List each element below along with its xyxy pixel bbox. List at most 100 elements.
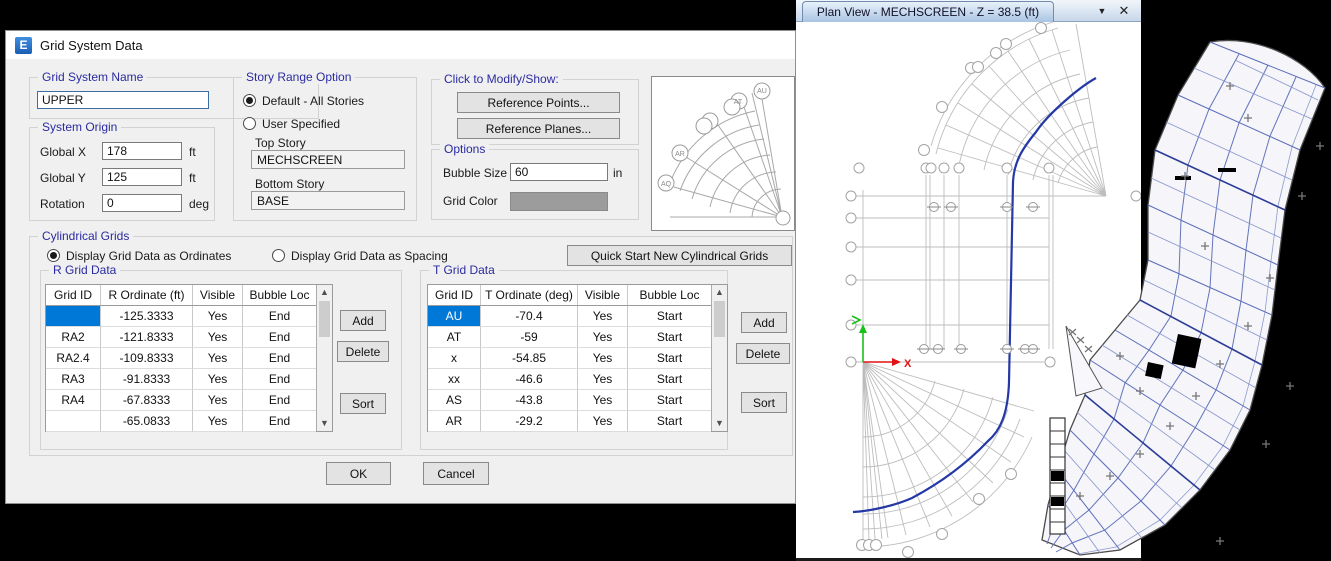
dialog-titlebar[interactable]: E Grid System Data <box>6 31 795 59</box>
scrollbar-thumb[interactable] <box>319 301 330 337</box>
scroll-up-icon[interactable]: ▲ <box>317 285 332 300</box>
cylindrical-grids-label: Cylindrical Grids <box>38 229 133 243</box>
table-row[interactable]: RA2 -121.8333 Yes End <box>46 327 332 348</box>
global-y-unit: ft <box>189 171 196 185</box>
t-grid-delete-button[interactable]: Delete <box>736 343 790 364</box>
preview-bubble-aq: AQ <box>661 181 672 188</box>
t-grid-group: T Grid Data Grid ID T Ordinate (deg) Vis… <box>420 270 728 450</box>
t-col-grid-id: Grid ID <box>428 285 481 305</box>
etabs-app-icon: E <box>15 37 32 54</box>
modify-show-group: Click to Modify/Show: Reference Points..… <box>431 79 639 145</box>
global-x-input[interactable]: 178 <box>102 142 182 160</box>
preview-bubble-au: AU <box>757 88 767 95</box>
r-grid-delete-button[interactable]: Delete <box>337 341 389 362</box>
t-col-visible: Visible <box>578 285 628 305</box>
global-x-label: Global X <box>40 145 86 159</box>
t-grid-label: T Grid Data <box>429 263 499 277</box>
t-col-ordinate: T Ordinate (deg) <box>481 285 578 305</box>
scroll-down-icon[interactable]: ▼ <box>712 416 727 431</box>
rotation-unit: deg <box>189 197 209 211</box>
reference-points-button[interactable]: Reference Points... <box>457 92 620 113</box>
display-spacing-label: Display Grid Data as Spacing <box>291 249 448 263</box>
plan-view-title-tab[interactable]: Plan View - MECHSCREEN - Z = 38.5 (ft) <box>802 1 1054 22</box>
scroll-down-icon[interactable]: ▼ <box>317 416 332 431</box>
scrollbar-thumb[interactable] <box>714 301 725 337</box>
grid-system-name-label: Grid System Name <box>38 70 147 84</box>
table-row[interactable]: RA4 -67.8333 Yes End <box>46 390 332 411</box>
quick-start-button[interactable]: Quick Start New Cylindrical Grids <box>567 245 792 266</box>
preview-bubble-at: AT <box>734 99 743 106</box>
story-range-group: Story Range Option Default - All Stories… <box>233 77 417 221</box>
default-all-stories-label: Default - All Stories <box>262 94 364 108</box>
bubble-size-unit: in <box>613 166 622 180</box>
r-grid-group: R Grid Data Grid ID R Ordinate (ft) Visi… <box>40 270 402 450</box>
dialog-title: Grid System Data <box>40 38 143 53</box>
modify-show-label: Click to Modify/Show: <box>440 72 563 86</box>
user-specified-radio[interactable] <box>243 117 256 130</box>
r-col-visible: Visible <box>193 285 243 305</box>
table-row[interactable]: x -54.85 Yes Start <box>428 348 727 369</box>
t-grid-add-button[interactable]: Add <box>741 312 787 333</box>
display-spacing-radio[interactable] <box>272 249 285 262</box>
display-ordinates-label: Display Grid Data as Ordinates <box>66 249 231 263</box>
bubble-size-input[interactable]: 60 <box>510 163 608 181</box>
grid-color-label: Grid Color <box>443 194 498 208</box>
scroll-up-icon[interactable]: ▲ <box>712 285 727 300</box>
t-grid-header-row: Grid ID T Ordinate (deg) Visible Bubble … <box>428 285 727 306</box>
t-grid-table[interactable]: Grid ID T Ordinate (deg) Visible Bubble … <box>427 284 728 432</box>
global-y-label: Global Y <box>40 171 86 185</box>
x-axis-label: X <box>904 358 912 370</box>
cylindrical-grids-group: Cylindrical Grids Display Grid Data as O… <box>29 236 793 456</box>
stair-strip <box>1050 418 1065 534</box>
r-grid-table[interactable]: Grid ID R Ordinate (ft) Visible Bubble L… <box>45 284 333 432</box>
global-x-unit: ft <box>189 145 196 159</box>
bubble-size-label: Bubble Size <box>443 166 507 180</box>
display-ordinates-radio[interactable] <box>47 249 60 262</box>
grid-preview-drawing: AU AT AR AQ <box>652 77 794 230</box>
table-row[interactable]: RA3 -91.8333 Yes End <box>46 369 332 390</box>
top-story-label: Top Story <box>255 136 306 150</box>
rotation-label: Rotation <box>40 197 85 211</box>
r-grid-header-row: Grid ID R Ordinate (ft) Visible Bubble L… <box>46 285 332 306</box>
table-row[interactable]: RA2.4 -109.8333 Yes End <box>46 348 332 369</box>
grid-color-swatch[interactable] <box>510 192 608 211</box>
top-story-value[interactable]: MECHSCREEN <box>251 150 405 169</box>
system-origin-label: System Origin <box>38 120 121 134</box>
cancel-button[interactable]: Cancel <box>423 462 489 485</box>
t-col-bubble-loc: Bubble Loc <box>628 285 711 305</box>
preview-bubble-ar: AR <box>675 151 685 158</box>
structure-3d-view[interactable] <box>1020 0 1331 561</box>
story-range-label: Story Range Option <box>242 70 355 84</box>
grid-preview-panel: AU AT AR AQ <box>651 76 795 231</box>
system-origin-group: System Origin Global X 178 ft Global Y 1… <box>29 127 215 221</box>
r-grid-scrollbar[interactable]: ▲ ▼ <box>316 285 332 431</box>
table-row[interactable]: AR -29.2 Yes Start <box>428 411 727 432</box>
r-col-grid-id: Grid ID <box>46 285 101 305</box>
default-all-stories-radio[interactable] <box>243 94 256 107</box>
t-grid-scrollbar[interactable]: ▲ ▼ <box>711 285 727 431</box>
global-y-input[interactable]: 125 <box>102 168 182 186</box>
table-row[interactable]: AT -59 Yes Start <box>428 327 727 348</box>
t-grid-sort-button[interactable]: Sort <box>741 392 787 413</box>
r-grid-add-button[interactable]: Add <box>340 310 386 331</box>
bottom-story-value[interactable]: BASE <box>251 191 405 210</box>
table-row[interactable]: xx -46.6 Yes Start <box>428 369 727 390</box>
structure-shell <box>1042 40 1325 555</box>
bottom-story-label: Bottom Story <box>255 177 324 191</box>
user-specified-label: User Specified <box>262 117 340 131</box>
table-row[interactable]: -65.0833 Yes End <box>46 411 332 432</box>
table-row[interactable]: AS -43.8 Yes Start <box>428 390 727 411</box>
options-label: Options <box>440 142 489 156</box>
grid-system-name-input[interactable]: UPPER <box>37 91 209 109</box>
reference-planes-button[interactable]: Reference Planes... <box>457 118 620 139</box>
options-group: Options Bubble Size 60 in Grid Color <box>431 149 639 220</box>
rotation-input[interactable]: 0 <box>102 194 182 212</box>
table-row[interactable]: AU -70.4 Yes Start <box>428 306 727 327</box>
grid-system-data-dialog: E Grid System Data Grid System Name UPPE… <box>5 30 796 504</box>
r-col-ordinate: R Ordinate (ft) <box>101 285 193 305</box>
table-row[interactable]: -125.3333 Yes End <box>46 306 332 327</box>
r-col-bubble-loc: Bubble Loc <box>243 285 316 305</box>
ok-button[interactable]: OK <box>326 462 391 485</box>
r-grid-label: R Grid Data <box>49 263 120 277</box>
r-grid-sort-button[interactable]: Sort <box>340 393 386 414</box>
